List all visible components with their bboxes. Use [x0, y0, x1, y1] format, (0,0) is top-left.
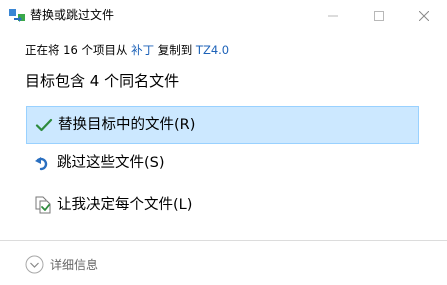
minimize-icon: [328, 15, 338, 16]
minimize-button[interactable]: [310, 0, 356, 31]
conflict-heading: 目标包含 4 个同名文件: [25, 72, 180, 90]
decide-each-file-label: 让我决定每个文件(L): [57, 197, 193, 213]
skip-files-option[interactable]: 跳过这些文件(S): [26, 145, 419, 183]
close-button[interactable]: [401, 0, 447, 31]
checkmark-icon: [35, 118, 53, 132]
more-details-label: 详细信息: [50, 257, 99, 272]
maximize-button[interactable]: [356, 0, 402, 31]
info-prefix: 正在将 16 个项目从: [25, 43, 128, 57]
replace-files-option[interactable]: 替换目标中的文件(R): [26, 106, 419, 144]
maximize-icon: [374, 10, 384, 21]
replace-files-label: 替换目标中的文件(R): [58, 117, 196, 133]
window-title: 替换或跳过文件: [30, 8, 115, 22]
info-middle: 复制到: [157, 43, 193, 57]
decide-each-file-option[interactable]: 让我决定每个文件(L): [26, 187, 419, 225]
close-icon: [419, 10, 429, 21]
chevron-down-circle-icon: [25, 255, 44, 273]
skip-arrow-icon: [35, 157, 48, 171]
source-folder-link[interactable]: 补丁: [131, 43, 154, 57]
title-bar: 替换或跳过文件: [0, 0, 447, 31]
move-files-icon: [9, 9, 25, 22]
copy-info-line: 正在将 16 个项目从 补丁 复制到 TZ4.0: [25, 43, 229, 57]
destination-folder-link[interactable]: TZ4.0: [196, 43, 229, 57]
more-details-toggle[interactable]: 详细信息: [25, 253, 98, 275]
skip-files-label: 跳过这些文件(S): [57, 155, 165, 171]
divider: [0, 240, 447, 241]
compare-files-icon: [35, 196, 51, 214]
